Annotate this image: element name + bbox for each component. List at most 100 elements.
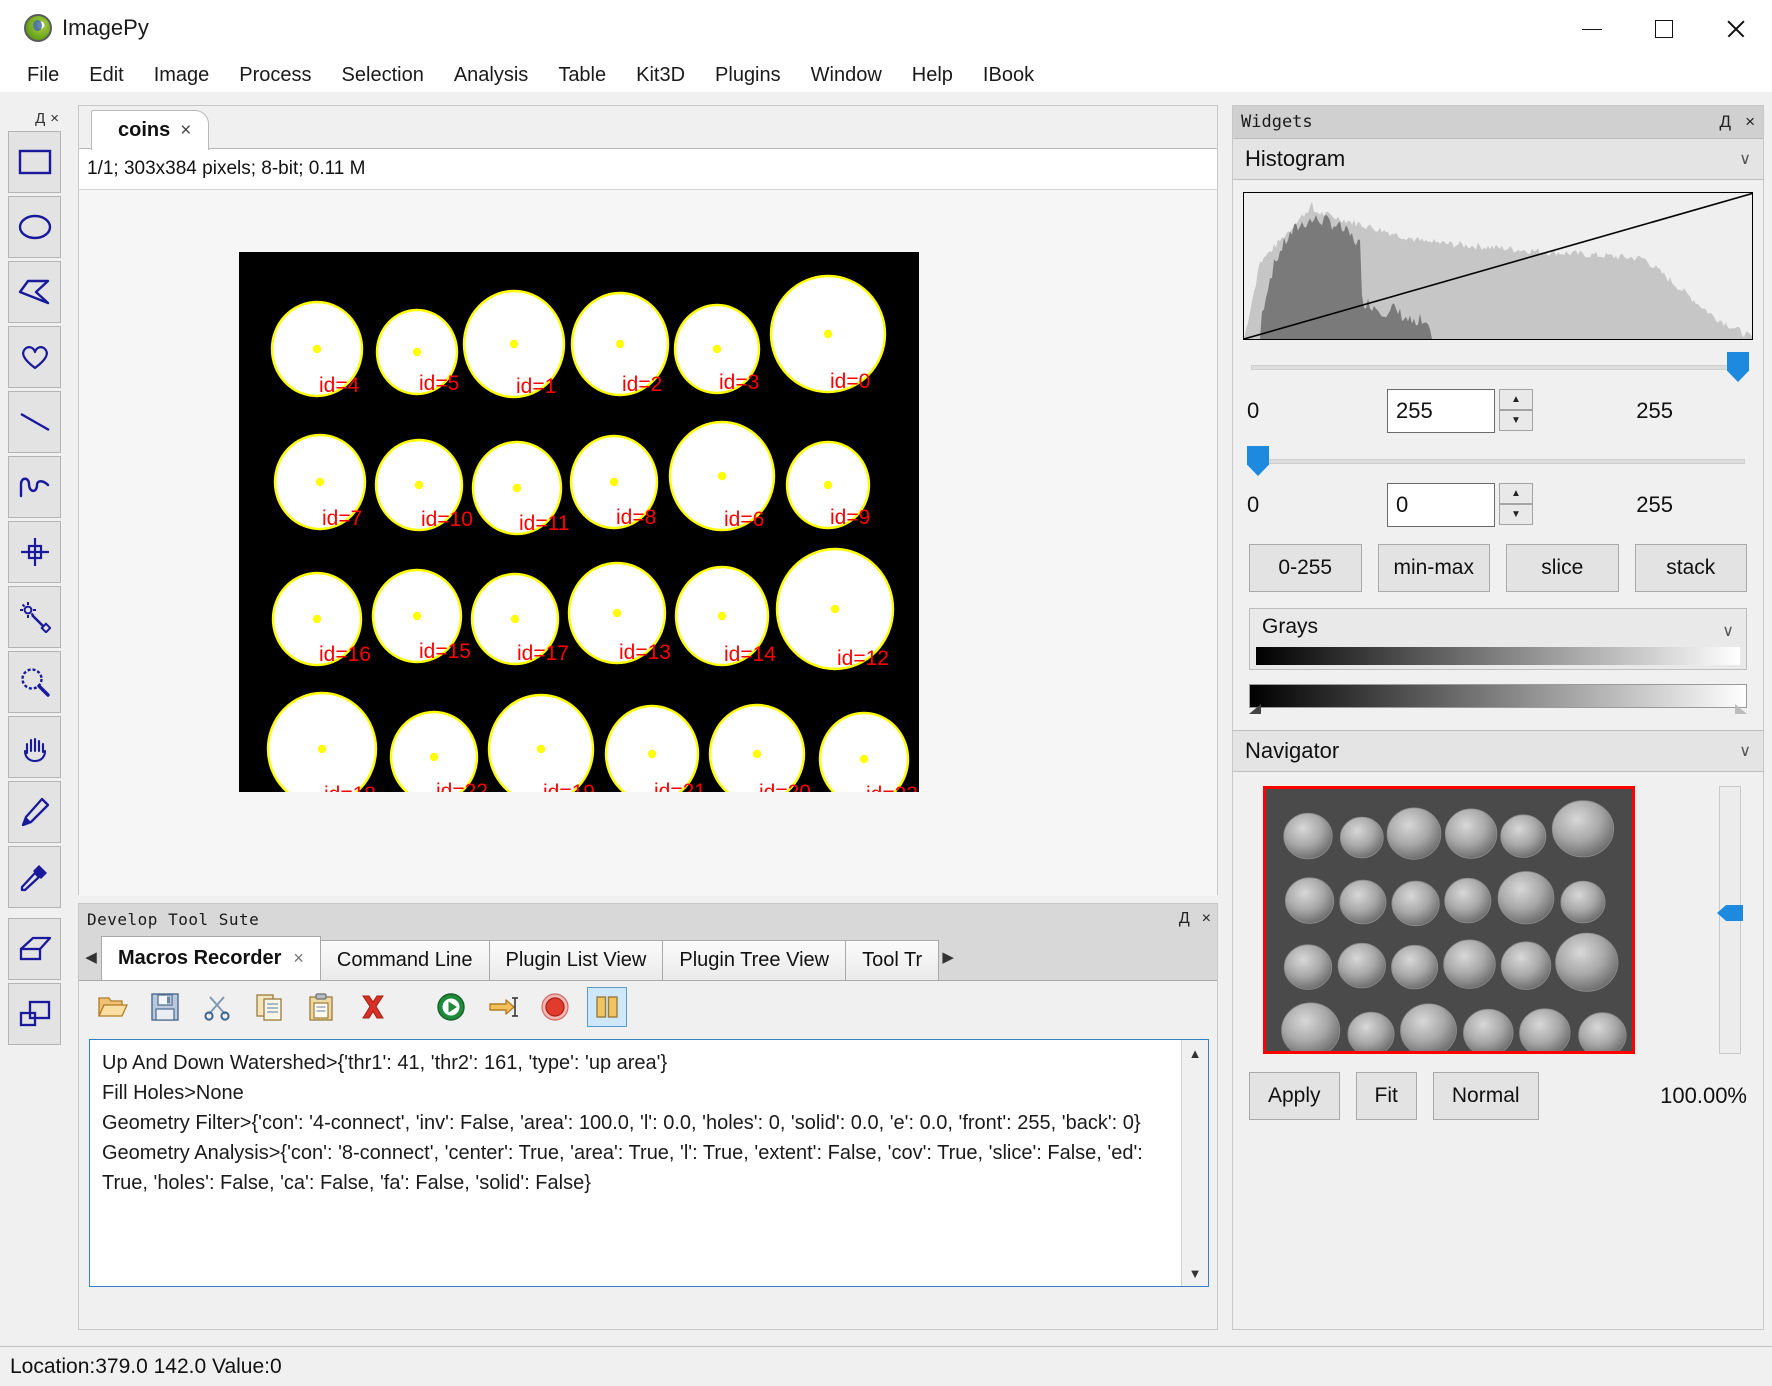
max-value-input[interactable] <box>1387 389 1495 433</box>
pencil-tool[interactable] <box>8 781 61 843</box>
min-value-spinner[interactable]: ▲ ▼ <box>1387 483 1533 527</box>
menu-kit3d[interactable]: Kit3D <box>621 62 700 89</box>
tabs-prev-arrow-icon[interactable]: ◀ <box>81 934 101 980</box>
max-slider-thumb[interactable] <box>1727 352 1749 382</box>
scroll-up-icon[interactable]: ▲ <box>1182 1040 1208 1066</box>
tab-plugin-list-view[interactable]: Plugin List View <box>488 940 664 980</box>
colormap-right-marker-icon[interactable] <box>1735 704 1747 714</box>
tab-close-icon[interactable]: × <box>293 948 304 969</box>
pause-button[interactable] <box>587 987 627 1027</box>
apply-button[interactable]: Apply <box>1249 1072 1340 1120</box>
min-spin-up-icon[interactable]: ▲ <box>1499 483 1533 504</box>
close-icon[interactable]: × <box>1202 910 1211 928</box>
macro-line: Up And Down Watershed>{'thr1': 41, 'thr2… <box>102 1052 668 1074</box>
normal-button[interactable]: Normal <box>1432 1072 1539 1120</box>
run-button[interactable] <box>431 987 471 1027</box>
save-button[interactable] <box>145 987 185 1027</box>
tab-tool-tree[interactable]: Tool Tr <box>845 940 940 980</box>
tab-macros-recorder[interactable]: Macros Recorder × <box>101 936 321 980</box>
curve-tool[interactable] <box>8 456 61 518</box>
image-tab-coins[interactable]: coins × <box>91 110 209 150</box>
coin-centroid <box>510 614 520 624</box>
magic-wand-tool[interactable] <box>8 586 61 648</box>
dropper-tool[interactable] <box>8 846 61 908</box>
menu-process[interactable]: Process <box>224 62 326 89</box>
colormap-dropdown[interactable]: Grays ∨ <box>1249 608 1747 670</box>
histogram-section-header[interactable]: Histogram ∨ <box>1233 138 1763 180</box>
navigator-zoom-slider[interactable] <box>1717 786 1743 1054</box>
min-value-input[interactable] <box>1387 483 1495 527</box>
record-button[interactable] <box>535 987 575 1027</box>
menu-ibook[interactable]: IBook <box>968 62 1049 89</box>
delete-button[interactable] <box>353 987 393 1027</box>
point-tool[interactable] <box>8 521 61 583</box>
coin-id-label: id=2 <box>622 373 662 396</box>
tab-command-line[interactable]: Command Line <box>319 940 490 980</box>
open-button[interactable] <box>93 987 133 1027</box>
chevron-down-icon[interactable]: ∨ <box>1722 621 1734 641</box>
range-0-255-button[interactable]: 0-255 <box>1249 544 1362 592</box>
pin-icon[interactable]: Д <box>1720 112 1732 132</box>
scroll-down-icon[interactable]: ▼ <box>1182 1260 1208 1286</box>
pin-icon[interactable]: Д <box>35 111 45 126</box>
max-spin-up-icon[interactable]: ▲ <box>1499 389 1533 410</box>
close-icon[interactable]: × <box>1745 112 1755 132</box>
menu-analysis[interactable]: Analysis <box>439 62 543 89</box>
image-canvas-area[interactable]: id=4 id=5 id=1 id=2 id=3 id=0 id=7 id=10 id=11 id… <box>79 190 1217 896</box>
cut-button[interactable] <box>197 987 237 1027</box>
line-tool[interactable] <box>8 391 61 453</box>
tabs-next-arrow-icon[interactable]: ▶ <box>938 934 958 980</box>
close-icon[interactable]: × <box>50 111 59 126</box>
close-button[interactable] <box>1700 0 1772 58</box>
min-slider-thumb[interactable] <box>1247 446 1269 476</box>
range-stack-button[interactable]: stack <box>1634 544 1747 592</box>
rectangle-tool[interactable] <box>8 131 61 193</box>
max-range-min-label: 0 <box>1247 398 1260 423</box>
tab-plugin-tree-view[interactable]: Plugin Tree View <box>662 940 847 980</box>
step-button[interactable] <box>483 987 523 1027</box>
range-min-max-button[interactable]: min-max <box>1377 544 1490 592</box>
coin-centroid <box>615 339 625 349</box>
menu-file[interactable]: File <box>12 62 74 89</box>
navigator-thumbnail[interactable] <box>1263 786 1635 1054</box>
fit-button[interactable]: Fit <box>1355 1072 1417 1120</box>
min-spin-down-icon[interactable]: ▼ <box>1499 504 1533 525</box>
maximize-button[interactable] <box>1628 0 1700 58</box>
menu-edit[interactable]: Edit <box>74 62 138 89</box>
chevron-down-icon[interactable]: ∨ <box>1739 149 1751 169</box>
image-tab-close-icon[interactable]: × <box>180 120 191 142</box>
max-slider[interactable] <box>1247 352 1749 382</box>
paste-button[interactable] <box>301 987 341 1027</box>
menu-plugins[interactable]: Plugins <box>700 62 796 89</box>
menu-table[interactable]: Table <box>543 62 621 89</box>
eraser-tool[interactable] <box>8 918 61 980</box>
range-slice-button[interactable]: slice <box>1506 544 1619 592</box>
pin-icon[interactable]: Д <box>1179 910 1190 928</box>
coins-segmentation-image[interactable]: id=4 id=5 id=1 id=2 id=3 id=0 id=7 id=10 id=11 id… <box>239 252 919 807</box>
layers-tool[interactable] <box>8 983 61 1045</box>
polygon-tool[interactable] <box>8 261 61 323</box>
max-spin-down-icon[interactable]: ▼ <box>1499 410 1533 431</box>
menu-window[interactable]: Window <box>796 62 897 89</box>
colormap-left-marker-icon[interactable] <box>1249 704 1261 714</box>
colormap-range-bar[interactable] <box>1249 684 1747 714</box>
menu-image[interactable]: Image <box>139 62 225 89</box>
pan-tool[interactable] <box>8 716 61 778</box>
window-controls <box>1556 0 1772 58</box>
coin-centroid <box>717 611 727 621</box>
max-value-spinner[interactable]: ▲ ▼ <box>1387 389 1533 433</box>
menu-selection[interactable]: Selection <box>327 62 439 89</box>
minimize-button[interactable] <box>1556 0 1628 58</box>
zoom-tool[interactable] <box>8 651 61 713</box>
chevron-down-icon[interactable]: ∨ <box>1739 741 1751 761</box>
copy-button[interactable] <box>249 987 289 1027</box>
freehand-tool[interactable] <box>8 326 61 388</box>
navigator-zoom-thumb[interactable] <box>1717 905 1743 921</box>
macro-text-area[interactable]: Up And Down Watershed>{'thr1': 41, 'thr2… <box>89 1039 1209 1287</box>
navigator-section-header[interactable]: Navigator ∨ <box>1233 730 1763 772</box>
macro-scrollbar[interactable]: ▲ ▼ <box>1181 1040 1208 1286</box>
menu-help[interactable]: Help <box>897 62 968 89</box>
ellipse-tool[interactable] <box>8 196 61 258</box>
open-folder-icon <box>98 997 128 1017</box>
min-slider[interactable] <box>1247 446 1749 476</box>
